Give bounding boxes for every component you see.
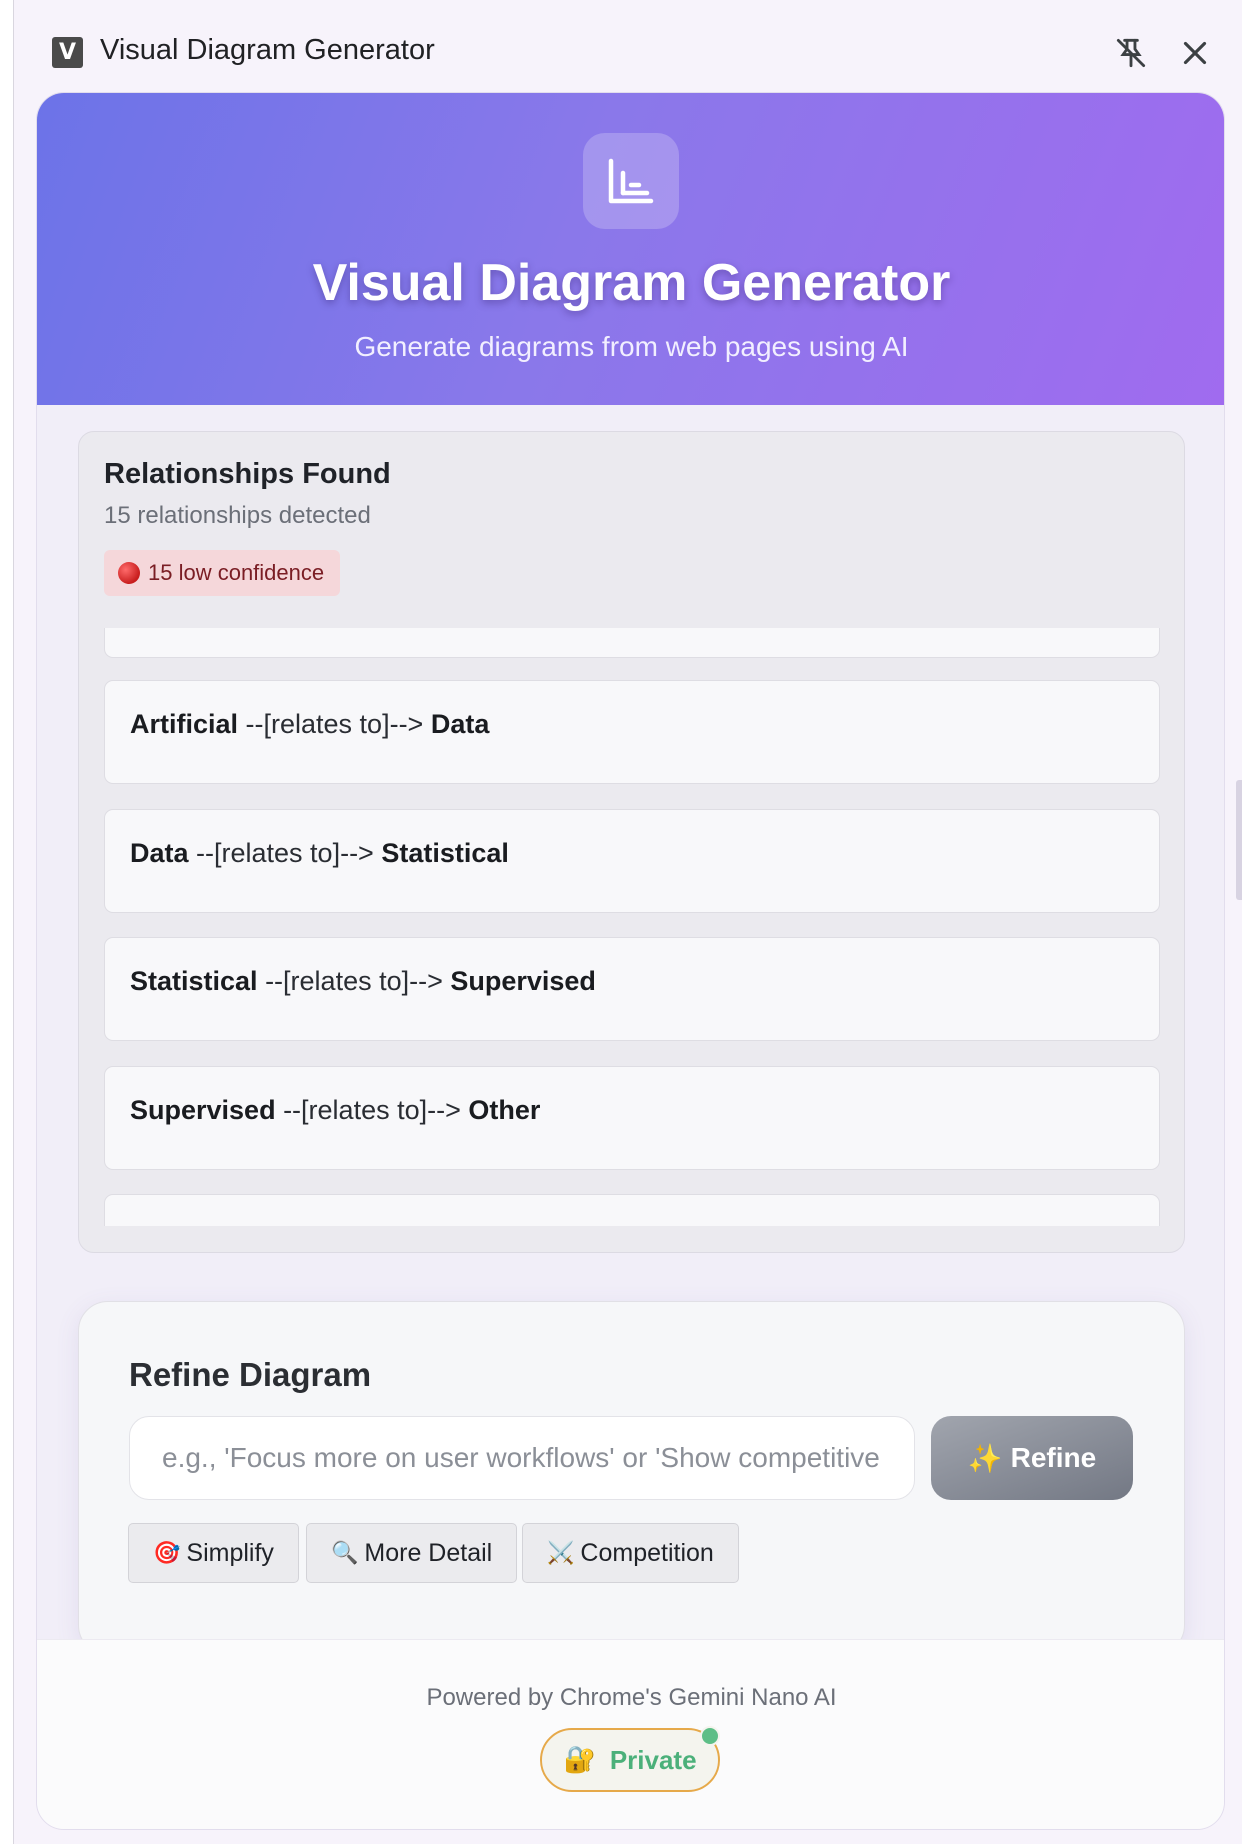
relationship-type: --[relates to]--> — [257, 966, 451, 996]
relationship-target: Data — [430, 709, 490, 739]
resize-handle[interactable] — [1236, 780, 1242, 900]
relationship-source: Statistical — [130, 966, 258, 996]
unpin-icon — [1116, 38, 1146, 68]
refine-button[interactable]: ✨ Refine — [931, 1416, 1133, 1500]
sparkles-icon: ✨ — [967, 1442, 1003, 1474]
relationships-list[interactable]: Artificial --[relates to]--> Data Data -… — [104, 628, 1160, 1226]
relationships-count: 15 relationships detected — [104, 502, 371, 529]
relationship-source: Data — [130, 838, 189, 868]
refine-card: Refine Diagram ✨ Refine — [78, 1301, 1185, 1655]
unpin-button[interactable] — [1112, 34, 1150, 72]
hero-subtitle: Generate diagrams from web pages using A… — [354, 331, 909, 362]
list-item: Data --[relates to]--> Statistical — [104, 809, 1160, 913]
powered-by-text: Powered by Chrome's Gemini Nano AI — [426, 1684, 837, 1711]
simplify-label: Simplify — [186, 1538, 274, 1567]
footer: Powered by Chrome's Gemini Nano AI 🔐 Pri… — [37, 1639, 1224, 1829]
more-detail-button[interactable]: 🔍 More Detail — [306, 1523, 518, 1583]
app-logo-icon: V — [52, 37, 83, 68]
magnifier-icon: 🔍 — [331, 1540, 359, 1566]
relationship-target: Supervised — [450, 966, 596, 996]
relationship-source: Supervised — [130, 1095, 276, 1125]
relationship-type: --[relates to]--> — [238, 709, 431, 739]
relationship-source: Artificial — [130, 709, 239, 739]
privacy-label: Private — [609, 1744, 697, 1775]
red-circle-icon — [118, 562, 140, 584]
lock-icon: 🔐 — [563, 1745, 596, 1775]
refine-title: Refine Diagram — [129, 1356, 372, 1393]
chart-icon — [583, 133, 679, 229]
relationship-type: --[relates to]--> — [188, 838, 382, 868]
competition-button[interactable]: ⚔️ Competition — [522, 1523, 739, 1583]
close-icon — [1183, 41, 1207, 65]
relationship-target: Other — [468, 1095, 541, 1125]
target-icon: 🎯 — [153, 1540, 181, 1566]
list-item: Statistical --[relates to]--> Supervised — [104, 937, 1160, 1041]
more-detail-label: More Detail — [364, 1538, 493, 1567]
relationships-section: Relationships Found 15 relationships det… — [78, 431, 1185, 1253]
refine-button-label: Refine — [1010, 1442, 1097, 1473]
crossed-swords-icon: ⚔️ — [547, 1540, 575, 1566]
confidence-badge: 15 low confidence — [104, 550, 341, 596]
close-button[interactable] — [1176, 34, 1214, 72]
relationship-target: Statistical — [381, 838, 509, 868]
relationships-title: Relationships Found — [104, 458, 391, 490]
list-item: Artificial --[relates to]--> Data — [104, 680, 1160, 784]
list-item — [104, 628, 1160, 658]
side-panel-header: V Visual Diagram Generator — [14, 0, 1242, 92]
competition-label: Competition — [580, 1538, 714, 1567]
browser-edge — [0, 0, 14, 1844]
hero-header: Visual Diagram Generator Generate diagra… — [37, 93, 1224, 405]
confidence-badge-label: 15 low confidence — [148, 560, 325, 585]
refine-input[interactable] — [129, 1416, 915, 1500]
relationship-type: --[relates to]--> — [275, 1095, 469, 1125]
list-item: Supervised --[relates to]--> Other — [104, 1066, 1160, 1170]
simplify-button[interactable]: 🎯 Simplify — [128, 1523, 299, 1583]
status-indicator — [700, 1726, 720, 1746]
list-item — [104, 1194, 1160, 1226]
hero-title: Visual Diagram Generator — [312, 254, 951, 312]
extension-panel: Visual Diagram Generator Generate diagra… — [36, 92, 1225, 1830]
panel-title: Visual Diagram Generator — [100, 34, 435, 66]
privacy-badge[interactable]: 🔐 Private — [540, 1726, 720, 1792]
